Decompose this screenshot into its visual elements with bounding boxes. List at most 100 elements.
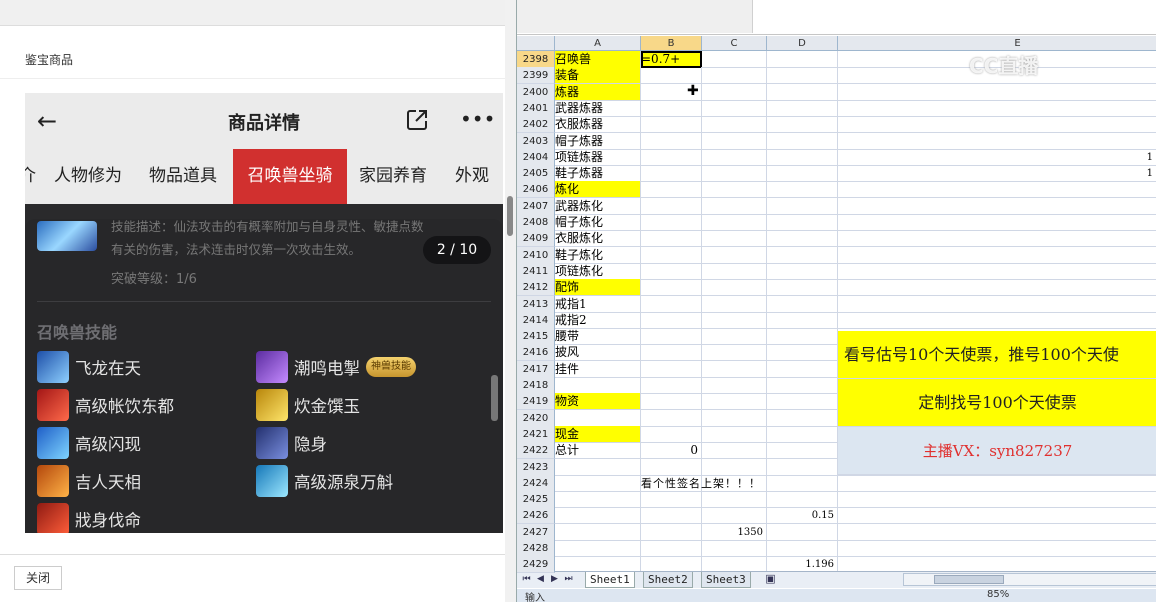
cell-a-2420[interactable]	[555, 409, 641, 427]
cell-b-2426[interactable]	[641, 507, 702, 525]
cell-e-2428[interactable]	[838, 540, 1156, 557]
cell-e-2401[interactable]	[838, 100, 1156, 117]
cell-d-2427[interactable]	[767, 523, 838, 541]
cell-a-2413[interactable]: 戒指1	[555, 295, 641, 313]
cell-b-2427[interactable]	[641, 523, 702, 541]
cell-a-2411[interactable]: 项链炼化	[555, 262, 641, 280]
cell-b-2419[interactable]	[641, 393, 702, 411]
row-header[interactable]: 2408	[517, 214, 555, 231]
cell-c-2410[interactable]	[702, 246, 767, 264]
cell-b-2428[interactable]	[641, 540, 702, 557]
cell-d-2415[interactable]	[767, 328, 838, 346]
pane-scrollbar[interactable]	[505, 0, 516, 602]
cell-d-2413[interactable]	[767, 295, 838, 313]
skill-item[interactable]: 高级闪现	[37, 427, 141, 459]
cell-e-2411[interactable]	[838, 263, 1156, 280]
row-header[interactable]: 2409	[517, 230, 555, 248]
cell-b-2424[interactable]: 看个性签名上架！！！	[641, 474, 760, 492]
cell-b-2403[interactable]	[641, 132, 702, 150]
row-header[interactable]: 2410	[517, 246, 555, 264]
cell-c-2426[interactable]	[702, 507, 767, 525]
row-header[interactable]: 2398	[517, 51, 555, 68]
inner-scrollbar-thumb[interactable]	[491, 375, 498, 421]
cell-e-2409[interactable]	[838, 230, 1156, 248]
skill-item[interactable]: 潮鸣电掣 神兽技能	[256, 351, 416, 383]
row-header[interactable]: 2399	[517, 67, 555, 85]
cell-a-2407[interactable]: 武器炼化	[555, 197, 641, 215]
cell-d-2407[interactable]	[767, 197, 838, 215]
cell-a-2421[interactable]: 现金	[555, 425, 641, 443]
cell-c-2406[interactable]	[702, 181, 767, 199]
cell-c-2424[interactable]	[702, 474, 767, 492]
cell-c-2403[interactable]	[702, 132, 767, 150]
row-header[interactable]: 2407	[517, 197, 555, 215]
cell-b-2406[interactable]	[641, 181, 702, 199]
insert-sheet-icon[interactable]: ▣	[765, 572, 776, 585]
prev-sheet-icon[interactable]: ◀	[535, 574, 546, 584]
cell-a-2412[interactable]: 配饰	[555, 279, 641, 297]
cell-a-2410[interactable]: 鞋子炼化	[555, 246, 641, 264]
cell-c-2399[interactable]	[702, 67, 767, 85]
cell-b-2404[interactable]	[641, 148, 702, 166]
cell-d-2419[interactable]	[767, 393, 838, 411]
cell-e-2404[interactable]: 1	[838, 149, 1156, 166]
cell-d-2403[interactable]	[767, 132, 838, 150]
cell-d-2409[interactable]	[767, 230, 838, 248]
first-sheet-icon[interactable]: ⏮	[521, 574, 532, 584]
cell-d-2417[interactable]	[767, 360, 838, 378]
cell-d-2414[interactable]	[767, 311, 838, 329]
skill-item[interactable]: 高级源泉万斛	[256, 465, 393, 497]
cell-c-2416[interactable]	[702, 344, 767, 362]
cell-d-2423[interactable]	[767, 458, 838, 476]
cell-a-2414[interactable]: 戒指2	[555, 311, 641, 329]
horizontal-scrollbar-thumb[interactable]	[934, 575, 1004, 584]
last-sheet-icon[interactable]: ⏭	[563, 574, 574, 584]
cell-d-2405[interactable]	[767, 165, 838, 183]
cell-b-2405[interactable]	[641, 165, 702, 183]
row-header[interactable]: 2429	[517, 556, 555, 574]
cell-a-2398[interactable]: 召唤兽	[555, 51, 641, 68]
cell-d-2426[interactable]: 0.15	[767, 507, 838, 525]
skill-item[interactable]: 吉人天相	[37, 465, 141, 497]
cell-b-2402[interactable]	[641, 116, 702, 134]
cell-a-2424[interactable]	[555, 474, 641, 492]
cell-b-2398[interactable]: =0.7+	[641, 51, 702, 68]
row-header[interactable]: 2421	[517, 425, 555, 443]
cell-b-2401[interactable]	[641, 99, 702, 117]
row-header[interactable]: 2412	[517, 279, 555, 297]
cell-b-2410[interactable]	[641, 246, 702, 264]
cell-d-2401[interactable]	[767, 99, 838, 117]
cell-a-2402[interactable]: 衣服炼器	[555, 116, 641, 134]
cell-c-2408[interactable]	[702, 214, 767, 231]
row-header[interactable]: 2419	[517, 393, 555, 411]
row-header[interactable]: 2414	[517, 311, 555, 329]
select-all-corner[interactable]	[517, 36, 555, 51]
cell-b-2423[interactable]	[641, 458, 702, 476]
row-header[interactable]: 2405	[517, 165, 555, 183]
tab-appearance[interactable]: 外观	[455, 149, 489, 204]
close-button[interactable]: 关闭	[14, 566, 62, 590]
cell-c-2414[interactable]	[702, 311, 767, 329]
cell-d-2398[interactable]	[767, 51, 838, 68]
row-header[interactable]: 2418	[517, 377, 555, 394]
cell-a-2427[interactable]	[555, 523, 641, 541]
cell-b-2414[interactable]	[641, 311, 702, 329]
skill-item[interactable]: 飞龙在天	[37, 351, 141, 383]
cell-c-2421[interactable]	[702, 425, 767, 443]
cell-a-2418[interactable]	[555, 377, 641, 394]
cell-b-2415[interactable]	[641, 328, 702, 346]
share-icon[interactable]	[405, 108, 429, 132]
cell-e-2424[interactable]	[838, 475, 1156, 492]
cell-a-2425[interactable]	[555, 491, 641, 509]
row-header[interactable]: 2401	[517, 99, 555, 117]
row-header[interactable]: 2422	[517, 442, 555, 460]
row-header[interactable]: 2416	[517, 344, 555, 362]
cell-d-2421[interactable]	[767, 425, 838, 443]
cell-c-2402[interactable]	[702, 116, 767, 134]
cell-c-2404[interactable]	[702, 148, 767, 166]
row-header[interactable]: 2423	[517, 458, 555, 476]
cell-c-2412[interactable]	[702, 279, 767, 297]
column-header-c[interactable]: C	[702, 36, 767, 51]
cell-c-2413[interactable]	[702, 295, 767, 313]
cell-e-2425[interactable]	[838, 491, 1156, 509]
